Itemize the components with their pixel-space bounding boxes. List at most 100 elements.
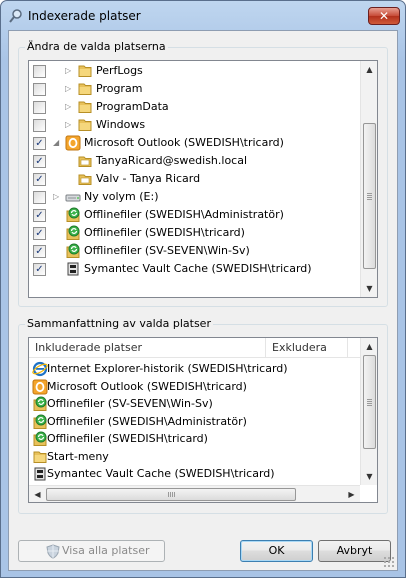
offline-icon: [32, 414, 48, 430]
tree-item-checkbox[interactable]: ✓: [33, 245, 46, 258]
offline-icon: [65, 207, 81, 223]
cancel-button[interactable]: Avbryt: [318, 540, 391, 562]
vault-icon: [65, 261, 81, 277]
expand-arrow-icon[interactable]: ▷: [65, 100, 71, 114]
expand-arrow-icon[interactable]: ▷: [65, 64, 71, 78]
tree-item[interactable]: ✓ Offlinefiler (SV-SEVEN\Win-Sv): [29, 242, 369, 260]
included-location-label: Offlinefiler (SWEDISH\Administratör): [47, 414, 247, 428]
ie-icon: [32, 361, 48, 377]
summary-row[interactable]: Start-meny: [29, 448, 369, 466]
mailfolder-icon: [77, 153, 93, 169]
offline-icon: [65, 243, 81, 259]
tree-item[interactable]: ▷ Ny volym (E:): [29, 188, 369, 206]
title-bar[interactable]: Indexerade platser ✕: [1, 1, 405, 31]
summary-row[interactable]: Offlinefiler (SWEDISH\Administratör): [29, 413, 369, 431]
tree-item[interactable]: ▷ PerfLogs: [29, 62, 369, 80]
summary-row[interactable]: Offlinefiler (SWEDISH\tricard): [29, 430, 369, 448]
scroll-left-arrow-icon[interactable]: ◀: [29, 486, 46, 502]
offline-icon: [65, 225, 81, 241]
show-all-locations-button[interactable]: Visa alla platser: [18, 540, 165, 562]
tree-item-checkbox[interactable]: ✓: [33, 173, 46, 186]
summary-list[interactable]: Inkluderade platser Exkludera Internet E…: [28, 337, 378, 503]
resize-grip[interactable]: [383, 556, 395, 568]
mailfolder-icon: [77, 171, 93, 187]
shield-icon: [46, 544, 60, 559]
tree-item-label: ProgramData: [96, 100, 169, 113]
tree-item-label: Symantec Vault Cache (SWEDISH\tricard): [84, 262, 312, 275]
indexed-locations-dialog: Indexerade platser ✕ Ändra de valda plat…: [0, 0, 406, 578]
offline-icon: [32, 396, 48, 412]
summary-row[interactable]: Symantec Vault Cache (SWEDISH\tricard): [29, 465, 369, 483]
drive-icon: [65, 189, 81, 205]
collapse-arrow-icon[interactable]: ◢: [53, 136, 59, 150]
summary-group: Sammanfattning av valda platser Inkluder…: [18, 317, 388, 514]
tree-vertical-scrollbar[interactable]: ▲ ▼: [360, 61, 377, 297]
tree-item-checkbox[interactable]: [33, 101, 46, 114]
tree-item[interactable]: ✓ Offlinefiler (SWEDISH\Administratör): [29, 206, 369, 224]
tree-item[interactable]: ▷ Program: [29, 80, 369, 98]
tree-item-label: Offlinefiler (SWEDISH\Administratör): [84, 208, 284, 221]
outlook-icon: [65, 135, 81, 151]
tree-item-checkbox[interactable]: ✓: [33, 155, 46, 168]
tree-item-checkbox[interactable]: [33, 119, 46, 132]
summary-row[interactable]: Internet Explorer-historik (SWEDISH\tric…: [29, 360, 369, 378]
summary-vertical-scrollbar[interactable]: ▲ ▼: [360, 338, 377, 485]
tree-item-label: TanyaRicard@swedish.local: [96, 154, 248, 167]
tree-item-label: Offlinefiler (SV-SEVEN\Win-Sv): [84, 244, 250, 257]
locations-tree[interactable]: ▷ PerfLogs ▷ Program ▷ ProgramData ▷ Windows ✓ ◢ M…: [28, 60, 378, 298]
tree-item-label: Valv - Tanya Ricard: [96, 172, 201, 185]
summary-hscroll-thumb[interactable]: [46, 488, 296, 501]
tree-item-checkbox[interactable]: [33, 191, 46, 204]
tree-item[interactable]: ✓ Symantec Vault Cache (SWEDISH\tricard): [29, 260, 369, 278]
included-location-label: Start-meny: [47, 449, 109, 463]
folder-icon: [32, 449, 48, 465]
expand-arrow-icon[interactable]: ▷: [65, 118, 71, 132]
summary-row[interactable]: Microsoft Outlook (SWEDISH\tricard): [29, 378, 369, 396]
ok-button[interactable]: OK: [240, 540, 313, 562]
tree-item-checkbox[interactable]: ✓: [33, 137, 46, 150]
change-locations-group-label: Ändra de valda platserna: [25, 40, 168, 53]
summary-horizontal-scrollbar[interactable]: ◀ ▶: [29, 485, 360, 502]
tree-item-checkbox[interactable]: [33, 83, 46, 96]
offline-icon: [32, 431, 48, 447]
tree-item-checkbox[interactable]: ✓: [33, 209, 46, 222]
scroll-up-arrow-icon[interactable]: ▲: [361, 61, 377, 78]
exclude-column-header[interactable]: Exkludera: [272, 341, 327, 354]
folder-icon: [77, 81, 93, 97]
included-location-label: Offlinefiler (SV-SEVEN\Win-Sv): [47, 397, 213, 410]
search-magnifier-icon: [9, 9, 22, 23]
included-location-label: Internet Explorer-historik (SWEDISH\tric…: [47, 362, 288, 375]
summary-row[interactable]: Offlinefiler (SV-SEVEN\Win-Sv): [29, 395, 369, 413]
vault-icon: [32, 466, 48, 482]
tree-item-label: PerfLogs: [96, 64, 143, 77]
expand-arrow-icon[interactable]: ▷: [65, 82, 71, 96]
tree-item-checkbox[interactable]: ✓: [33, 263, 46, 276]
summary-scroll-up-arrow-icon[interactable]: ▲: [361, 338, 377, 355]
included-location-label: Microsoft Outlook (SWEDISH\tricard): [47, 379, 247, 393]
scroll-down-arrow-icon[interactable]: ▼: [361, 280, 377, 297]
close-button[interactable]: ✕: [368, 7, 400, 25]
tree-item[interactable]: ▷ ProgramData: [29, 98, 369, 116]
tree-item-checkbox[interactable]: [33, 65, 46, 78]
tree-item-checkbox[interactable]: ✓: [33, 227, 46, 240]
included-locations-column-header[interactable]: Inkluderade platser: [35, 341, 142, 354]
folder-icon: [77, 99, 93, 115]
expand-arrow-icon[interactable]: ▷: [53, 190, 59, 204]
summary-vscroll-thumb[interactable]: [363, 355, 376, 449]
tree-item-label: Offlinefiler (SWEDISH\tricard): [84, 226, 245, 239]
tree-item[interactable]: ✓ TanyaRicard@swedish.local: [29, 152, 369, 170]
tree-item[interactable]: ✓ Valv - Tanya Ricard: [29, 170, 369, 188]
included-location-label: Symantec Vault Cache (SWEDISH\tricard): [47, 467, 275, 480]
scroll-right-arrow-icon[interactable]: ▶: [343, 486, 360, 502]
folder-icon: [77, 63, 93, 79]
summary-list-header: Inkluderade platser Exkludera: [29, 338, 365, 358]
summary-scroll-down-arrow-icon[interactable]: ▼: [361, 468, 377, 485]
tree-scroll-thumb[interactable]: [363, 123, 376, 269]
folder-icon: [77, 117, 93, 133]
show-all-locations-label: Visa alla platser: [62, 544, 150, 557]
window-title: Indexerade platser: [28, 9, 141, 23]
summary-group-label: Sammanfattning av valda platser: [25, 317, 213, 330]
tree-item[interactable]: ▷ Windows: [29, 116, 369, 134]
tree-item[interactable]: ✓ ◢ Microsoft Outlook (SWEDISH\tricard): [29, 134, 369, 152]
tree-item[interactable]: ✓ Offlinefiler (SWEDISH\tricard): [29, 224, 369, 242]
